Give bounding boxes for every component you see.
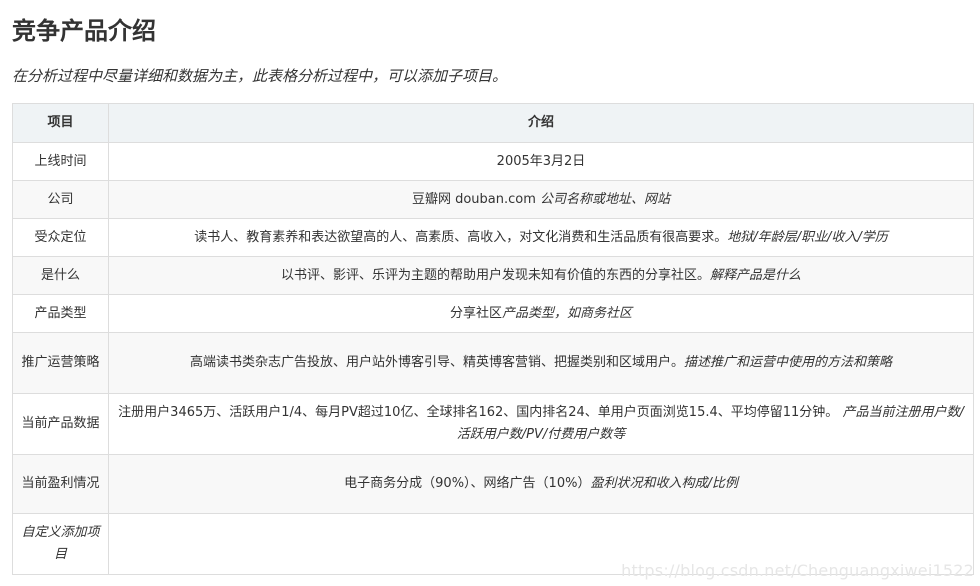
table-header-row: 项目 介绍: [12, 103, 974, 143]
table-row: 受众定位 读书人、教育素养和表达欲望高的人、高素质、高收入，对文化消费和生活品质…: [12, 218, 974, 257]
table-row: 推广运营策略 高端读书类杂志广告投放、用户站外博客引导、精英博客营销、把握类别和…: [12, 332, 974, 394]
row-value: 注册用户3465万、活跃用户1/4、每月PV超过10亿、全球排名162、国内排名…: [108, 393, 974, 455]
row-item-label: 产品类型: [12, 294, 109, 333]
document-page: 竞争产品介绍 在分析过程中尽量详细和数据为主，此表格分析过程中，可以添加子项目。…: [0, 0, 980, 586]
row-item-label: 当前产品数据: [12, 393, 109, 455]
value-text: 以书评、影评、乐评为主题的帮助用户发现未知有价值的东西的分享社区。: [280, 267, 710, 283]
row-item-label: 上线时间: [12, 142, 109, 181]
row-item-label: 自定义添加项目: [12, 513, 109, 575]
page-title: 竞争产品介绍: [12, 17, 156, 45]
note-text: 解释产品是什么: [710, 267, 802, 283]
row-item-label: 公司: [12, 180, 109, 219]
note-text: 产品类型，如商务社区: [502, 305, 633, 321]
intro-text: 在分析过程中尽量详细和数据为主，此表格分析过程中，可以添加子项目。: [12, 67, 508, 85]
row-value: 读书人、教育素养和表达欲望高的人、高素质、高收入，对文化消费和生活品质有很高要求…: [108, 218, 974, 257]
row-value: 2005年3月2日: [108, 142, 974, 181]
value-text: 2005年3月2日: [496, 153, 586, 169]
note-text: 描述推广和运营中使用的方法和策略: [684, 355, 893, 370]
header-item: 项目: [12, 103, 109, 143]
value-text: 电子商务分成（90%）、网络广告（10%）: [344, 476, 591, 491]
row-item-label: 受众定位: [12, 218, 109, 257]
row-value: 以书评、影评、乐评为主题的帮助用户发现未知有价值的东西的分享社区。解释产品是什么: [108, 256, 974, 295]
value-text: 高端读书类杂志广告投放、用户站外博客引导、精英博客营销、把握类别和区域用户。: [189, 355, 684, 370]
watermark-text: https://blog.csdn.net/Chenguangxiwei1522: [621, 561, 974, 580]
row-value: 高端读书类杂志广告投放、用户站外博客引导、精英博客营销、把握类别和区域用户。描述…: [108, 332, 974, 394]
value-text: 读书人、教育素养和表达欲望高的人、高素质、高收入，对文化消费和生活品质有很高要求…: [194, 229, 728, 245]
value-text: 分享社区: [449, 305, 502, 321]
row-value: 分享社区产品类型，如商务社区: [108, 294, 974, 333]
table-row: 上线时间 2005年3月2日: [12, 142, 974, 181]
row-item-label: 是什么: [12, 256, 109, 295]
value-text: 豆瓣网 douban.com: [411, 191, 541, 207]
row-item-label: 当前盈利情况: [12, 454, 109, 514]
value-text: 注册用户3465万、活跃用户1/4、每月PV超过10亿、全球排名162、国内排名…: [118, 405, 843, 420]
note-text: 公司名称或地址、网站: [540, 191, 671, 207]
table-row: 是什么 以书评、影评、乐评为主题的帮助用户发现未知有价值的东西的分享社区。解释产…: [12, 256, 974, 295]
table-row: 当前盈利情况 电子商务分成（90%）、网络广告（10%）盈利状况和收入构成/比例: [12, 454, 974, 514]
table-row: 产品类型 分享社区产品类型，如商务社区: [12, 294, 974, 333]
note-text: 地狱/年龄层/职业/收入/学历: [727, 229, 888, 245]
table-row: 当前产品数据 注册用户3465万、活跃用户1/4、每月PV超过10亿、全球排名1…: [12, 393, 974, 455]
table-row: 公司 豆瓣网 douban.com 公司名称或地址、网站: [12, 180, 974, 219]
note-text: 盈利状况和收入构成/比例: [590, 476, 738, 491]
header-intro: 介绍: [108, 103, 974, 143]
row-item-label: 推广运营策略: [12, 332, 109, 394]
competitor-table: 项目 介绍 上线时间 2005年3月2日 公司 豆瓣网 douban.com 公…: [12, 103, 974, 575]
row-value: 豆瓣网 douban.com 公司名称或地址、网站: [108, 180, 974, 219]
row-value: 电子商务分成（90%）、网络广告（10%）盈利状况和收入构成/比例: [108, 454, 974, 514]
